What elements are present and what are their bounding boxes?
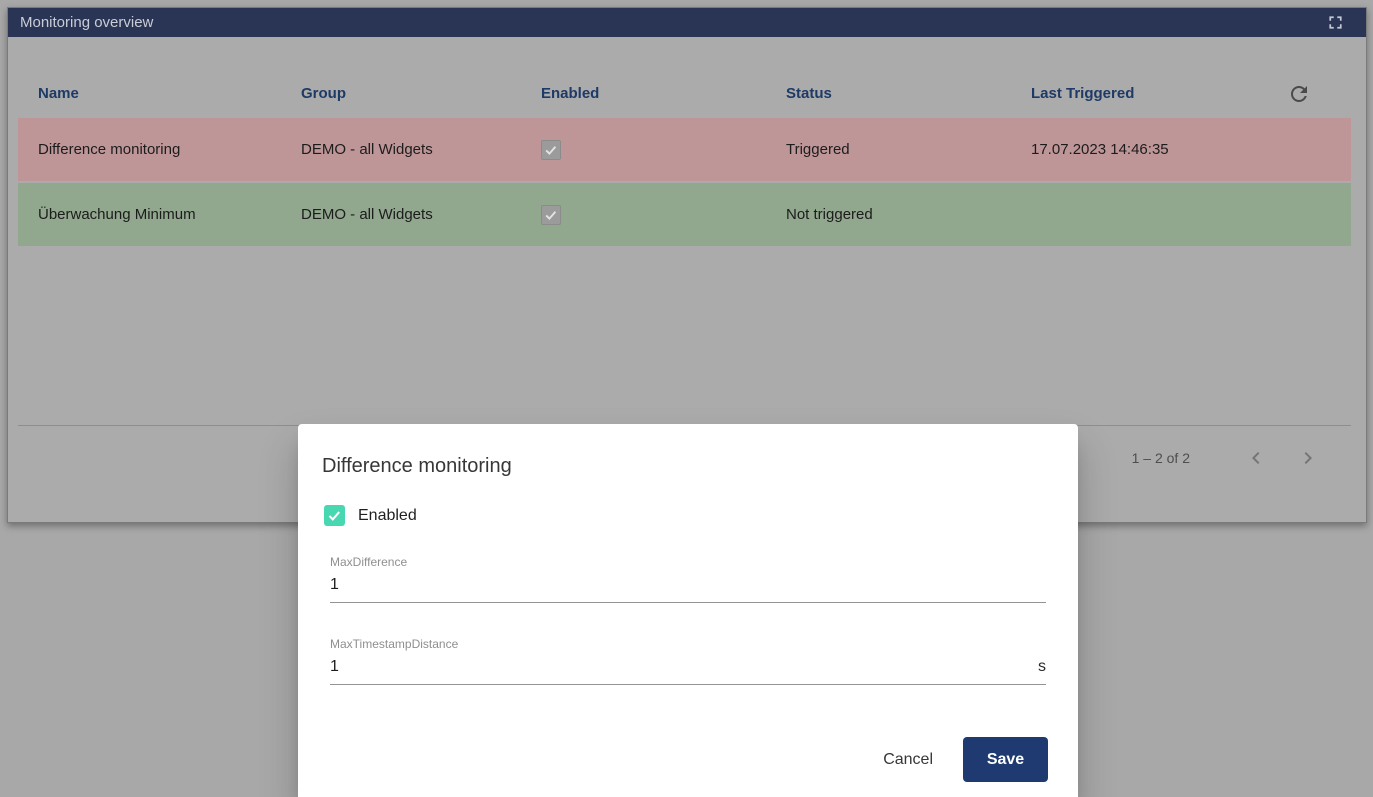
fullscreen-icon[interactable] [1325,12,1346,33]
table-row[interactable]: Überwachung Minimum DEMO - all Widgets N… [18,183,1351,246]
row-status: Not triggered [786,206,1031,223]
enabled-checkbox[interactable] [541,140,561,160]
checkmark-icon [543,142,559,158]
enabled-checkbox[interactable] [541,205,561,225]
row-name: Überwachung Minimum [38,206,301,223]
column-header-status: Status [786,85,1031,102]
row-last-triggered: 17.07.2023 14:46:35 [1031,141,1281,158]
cancel-button[interactable]: Cancel [869,741,947,779]
maxdifference-field: MaxDifference [330,555,1046,603]
maxtimestampdistance-field: MaxTimestampDistance s [330,637,1046,685]
dialog-enabled-label: Enabled [358,507,417,525]
dialog-actions: Cancel Save [869,737,1048,782]
checkmark-icon [543,207,559,223]
table-header-row: Name Group Enabled Status Last Triggered [18,37,1351,118]
maxtimestampdistance-input[interactable] [330,657,1038,677]
row-name: Difference monitoring [38,141,301,158]
previous-page-button[interactable] [1236,438,1276,478]
row-status: Triggered [786,141,1031,158]
paginator-range-label: 1 – 2 of 2 [1132,450,1190,466]
edit-monitoring-dialog: Difference monitoring Enabled MaxDiffere… [298,424,1078,797]
maxtimestampdistance-label: MaxTimestampDistance [330,637,1046,651]
table-row[interactable]: Difference monitoring DEMO - all Widgets… [18,118,1351,181]
maxdifference-label: MaxDifference [330,555,1046,569]
refresh-button[interactable] [1287,82,1311,106]
row-group: DEMO - all Widgets [301,206,541,223]
refresh-icon [1287,82,1311,106]
column-header-name: Name [38,85,301,102]
chevron-right-icon [1296,446,1320,470]
enabled-checkbox-row: Enabled [324,505,1054,526]
column-header-enabled: Enabled [541,85,786,102]
maxtimestampdistance-suffix: s [1038,658,1046,676]
checkmark-icon [326,507,343,524]
dialog-enabled-checkbox[interactable] [324,505,345,526]
column-header-last-triggered: Last Triggered [1031,85,1281,102]
next-page-button[interactable] [1288,438,1328,478]
column-header-group: Group [301,85,541,102]
panel-titlebar: Monitoring overview [8,8,1366,37]
chevron-left-icon [1244,446,1268,470]
maxdifference-input[interactable] [330,575,1046,595]
panel-title: Monitoring overview [20,14,153,31]
row-group: DEMO - all Widgets [301,141,541,158]
save-button[interactable]: Save [963,737,1048,782]
dialog-title: Difference monitoring [322,454,1054,478]
